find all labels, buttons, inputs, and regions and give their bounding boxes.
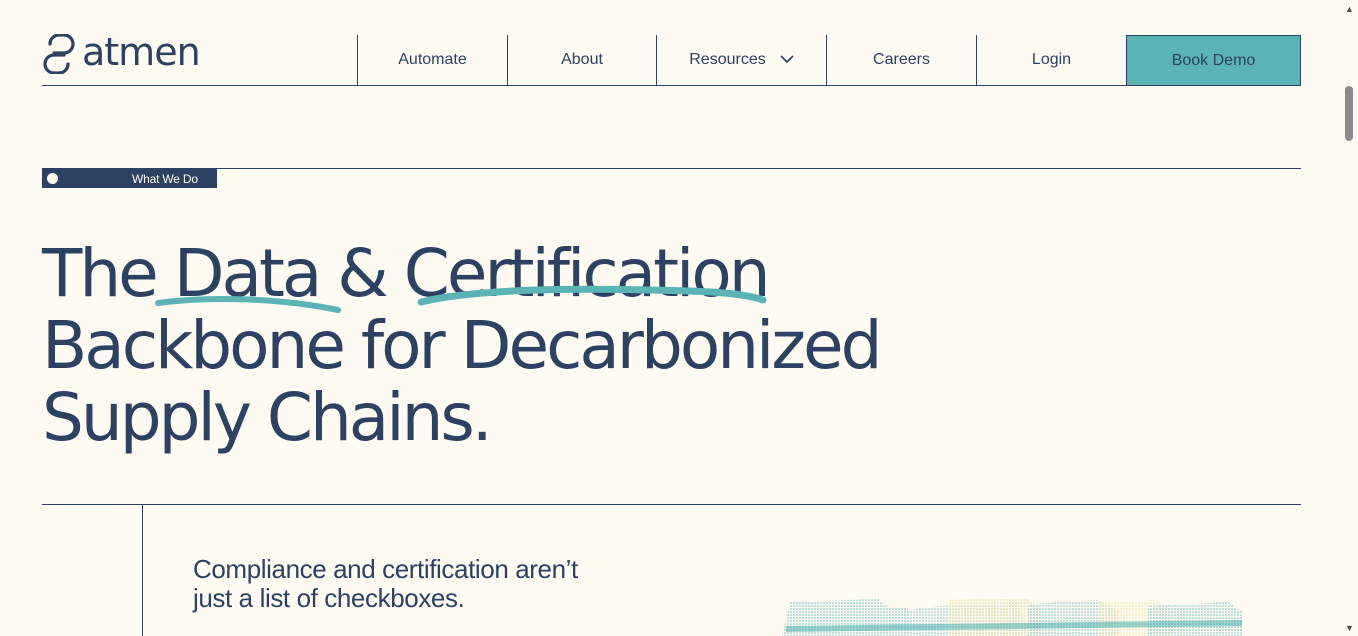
- hero-headline: The Data & Certification Backbone for De…: [42, 238, 942, 454]
- nav-item-label: About: [561, 51, 603, 68]
- section-divider: [42, 168, 1301, 169]
- link-chain-icon: [43, 34, 75, 74]
- intro-text: Compliance and certification aren’t just…: [193, 555, 653, 613]
- section-tag: What We Do: [42, 169, 217, 188]
- triangle-down-icon[interactable]: ▼: [1341, 619, 1358, 636]
- chevron-down-icon: [780, 51, 794, 69]
- nav-item-careers[interactable]: Careers: [826, 35, 976, 85]
- brand-logo[interactable]: atmen: [42, 30, 201, 74]
- scrollbar-thumb[interactable]: [1345, 86, 1353, 141]
- section-tag-label: What We Do: [132, 172, 198, 186]
- nav-item-automate[interactable]: Automate: [357, 35, 507, 85]
- headline-text: &: [319, 235, 404, 312]
- headline-highlight-data: Data: [173, 235, 323, 312]
- intro-line-2: just a list of checkboxes.: [193, 583, 465, 613]
- page-scrollbar[interactable]: ▲ ▼: [1341, 0, 1358, 636]
- content-vertical-divider: [142, 504, 143, 636]
- headline-highlight-certification: Certification: [403, 235, 771, 312]
- book-demo-label: Book Demo: [1171, 51, 1256, 69]
- triangle-up-icon[interactable]: ▲: [1341, 0, 1358, 17]
- nav-item-login[interactable]: Login: [976, 35, 1126, 85]
- tag-dot-icon: [47, 173, 58, 184]
- book-demo-button[interactable]: Book Demo: [1126, 35, 1301, 86]
- headline-line-2: Backbone for Decarbonized: [42, 307, 883, 384]
- nav-item-label: Careers: [873, 51, 930, 68]
- header-divider: [42, 85, 1301, 86]
- main-nav: Automate About Resources Careers Login B…: [357, 35, 1301, 86]
- nav-item-label: Resources: [689, 51, 766, 68]
- nav-item-resources[interactable]: Resources: [656, 35, 826, 85]
- nav-item-label: Login: [1031, 51, 1072, 68]
- nav-item-label: Automate: [398, 51, 467, 68]
- page: atmen Automate About Resources Careers L…: [0, 0, 1358, 636]
- intro-line-1: Compliance and certification aren’t: [193, 554, 578, 584]
- headline-line-1: The Data & Certification: [42, 235, 771, 312]
- folders-illustration: [782, 598, 1242, 636]
- headline-line-3: Supply Chains.: [42, 379, 493, 456]
- content-divider: [42, 504, 1301, 505]
- headline-text: The: [42, 235, 174, 312]
- nav-item-about[interactable]: About: [507, 35, 656, 85]
- brand-name: atmen: [82, 30, 201, 74]
